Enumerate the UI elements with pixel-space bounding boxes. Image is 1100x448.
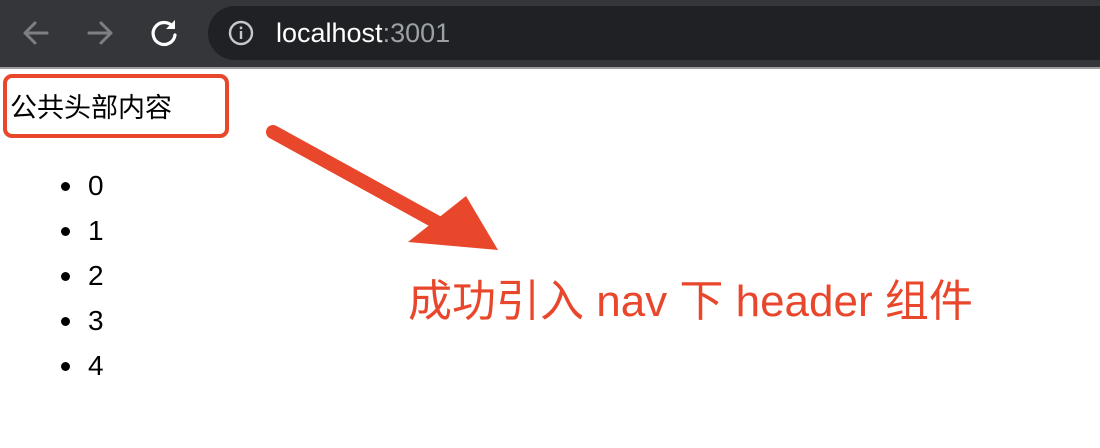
list-item: 3 [61,302,104,347]
back-button[interactable] [17,14,55,52]
annotation-text: 成功引入 nav 下 header 组件 [408,277,973,326]
forward-button[interactable] [81,14,119,52]
reload-button[interactable] [145,14,183,52]
reload-icon [151,20,177,47]
list-item: 4 [61,347,104,392]
info-icon[interactable] [228,20,254,46]
arrow-right-icon [87,21,113,45]
list-item: 0 [61,167,104,212]
browser-toolbar: localhost:3001 [0,0,1100,67]
list-item: 2 [61,257,104,302]
annotation-arrow-icon [266,125,498,250]
arrow-left-icon [23,21,49,45]
url-text[interactable]: localhost:3001 [276,19,450,47]
highlight-box [3,74,229,138]
url-host: localhost [276,18,383,48]
list-item: 1 [61,212,104,257]
address-bar[interactable]: localhost:3001 [208,6,1100,60]
page-content: 公共头部内容 0 1 2 3 4 成功引入 nav 下 header 组件 [0,69,1100,448]
url-port: :3001 [382,18,451,48]
number-list: 0 1 2 3 4 [0,167,104,392]
